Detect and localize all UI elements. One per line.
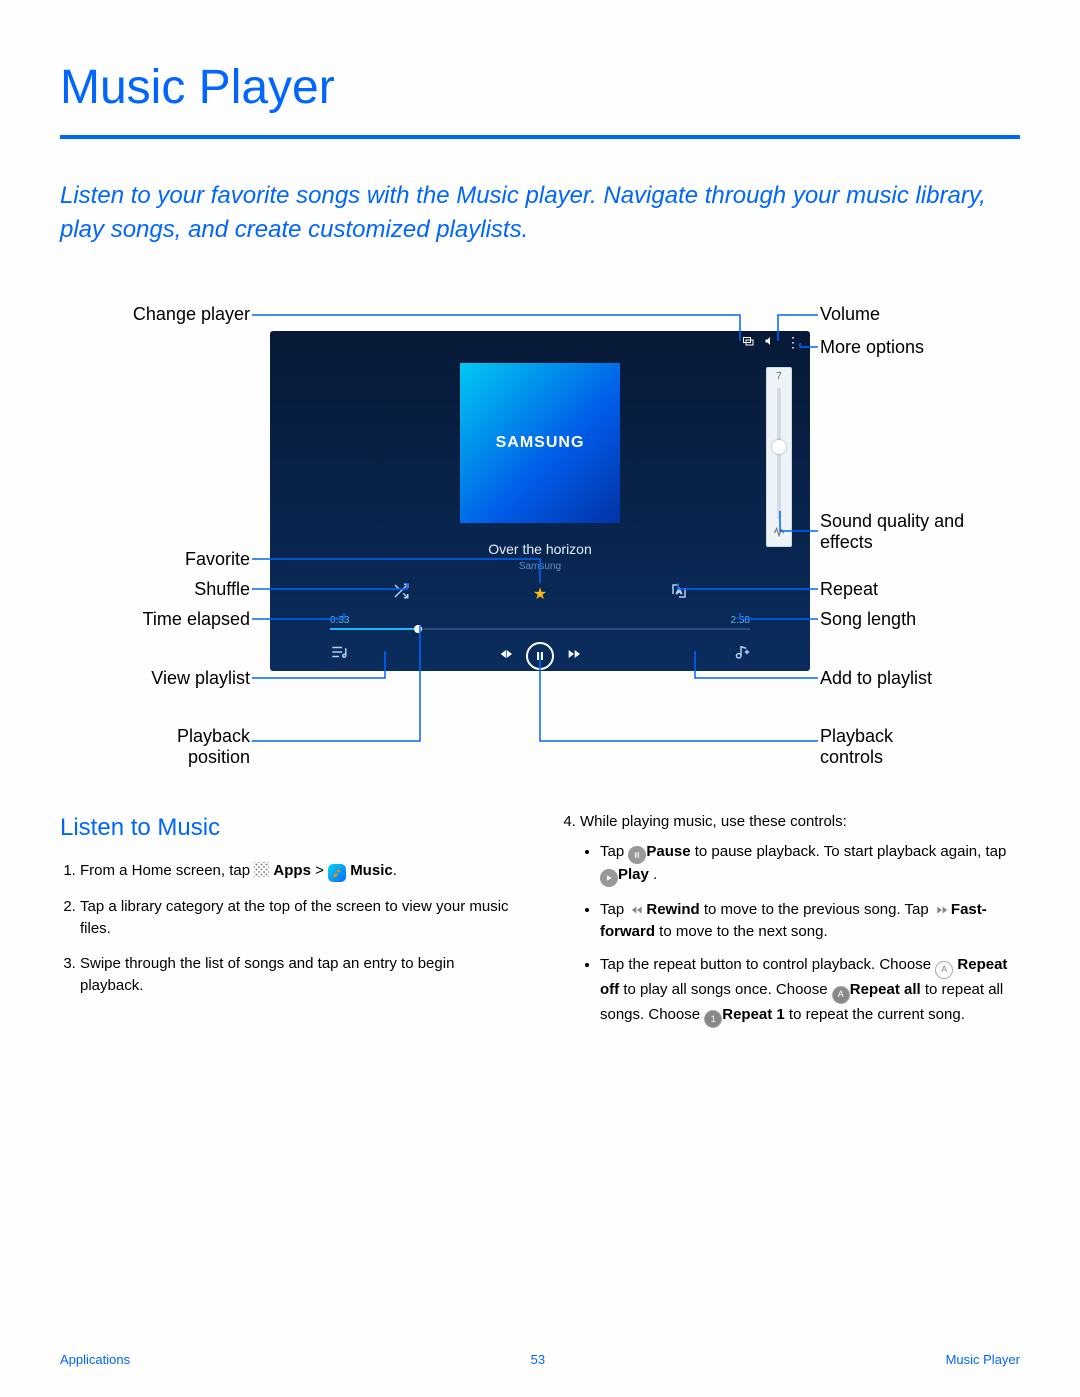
player-screenshot: ⋮ SAMSUNG 7 Over the horizon Samsung ★ A… xyxy=(270,331,810,671)
footer-page-number: 53 xyxy=(531,1352,545,1367)
time-elapsed-value: 0:33 xyxy=(330,615,349,626)
volume-level: 7 xyxy=(776,371,782,382)
bullet-pause: Tap Pause to pause playback. To start pl… xyxy=(600,841,1020,887)
right-column: While playing music, use these controls:… xyxy=(560,811,1020,1042)
song-artist: Samsung xyxy=(270,561,810,572)
more-options-icon[interactable]: ⋮ xyxy=(786,336,800,348)
callout-playback-position: Playbackposition xyxy=(60,726,250,768)
step-4: While playing music, use these controls:… xyxy=(580,811,1020,1028)
repeat-icon[interactable]: A xyxy=(670,582,688,605)
change-player-icon[interactable] xyxy=(742,335,754,350)
fast-forward-icon[interactable] xyxy=(566,646,582,667)
page-footer: Applications 53 Music Player xyxy=(60,1352,1020,1367)
album-brand: SAMSUNG xyxy=(496,434,585,452)
shuffle-icon[interactable] xyxy=(392,582,410,605)
footer-right: Music Player xyxy=(946,1352,1020,1367)
sound-quality-icon[interactable] xyxy=(772,525,786,542)
callout-more-options: More options xyxy=(820,337,924,358)
favorite-icon[interactable]: ★ xyxy=(533,584,547,604)
progress-bar[interactable] xyxy=(330,628,750,630)
apps-grid-icon xyxy=(254,862,269,877)
pause-button[interactable] xyxy=(526,642,554,670)
listen-heading: Listen to Music xyxy=(60,811,520,846)
repeat-all-inline-icon: A xyxy=(832,986,850,1004)
step-3: Swipe through the list of songs and tap … xyxy=(80,953,520,997)
rewind-inline-icon xyxy=(628,901,646,919)
time-total-value: 2:58 xyxy=(731,615,750,626)
rewind-icon[interactable] xyxy=(498,646,514,667)
play-inline-icon xyxy=(600,869,618,887)
callout-view-playlist: View playlist xyxy=(60,668,250,689)
page-title: Music Player xyxy=(60,60,1020,115)
step-2: Tap a library category at the top of the… xyxy=(80,896,520,940)
callout-shuffle: Shuffle xyxy=(60,579,250,600)
callout-add-playlist: Add to playlist xyxy=(820,668,932,689)
music-app-icon xyxy=(328,864,346,882)
song-title: Over the horizon xyxy=(270,541,810,557)
bullet-repeat: Tap the repeat button to control playbac… xyxy=(600,954,1020,1028)
callout-song-length: Song length xyxy=(820,609,916,630)
repeat-off-inline-icon: A xyxy=(935,961,953,979)
player-diagram: Change player Volume More options Sound … xyxy=(60,301,1020,781)
left-column: Listen to Music From a Home screen, tap … xyxy=(60,811,520,1042)
ff-inline-icon xyxy=(933,901,951,919)
add-to-playlist-icon[interactable] xyxy=(732,643,750,666)
volume-slider[interactable]: 7 xyxy=(766,367,792,547)
pause-inline-icon xyxy=(628,846,646,864)
callout-playback-controls: Playbackcontrols xyxy=(820,726,893,768)
callout-favorite: Favorite xyxy=(60,549,250,570)
callout-time-elapsed: Time elapsed xyxy=(60,609,250,630)
step-1: From a Home screen, tap Apps > Music. xyxy=(80,860,520,882)
title-underline xyxy=(60,135,1020,139)
callout-change-player: Change player xyxy=(60,304,250,325)
intro-paragraph: Listen to your favorite songs with the M… xyxy=(60,179,1020,246)
callout-volume: Volume xyxy=(820,304,880,325)
view-playlist-icon[interactable] xyxy=(330,643,348,666)
svg-text:A: A xyxy=(677,586,682,595)
volume-icon[interactable] xyxy=(764,335,776,350)
bullet-rewind: Tap Rewind to move to the previous song.… xyxy=(600,899,1020,943)
footer-left: Applications xyxy=(60,1352,130,1367)
repeat-1-inline-icon: 1 xyxy=(704,1010,722,1028)
callout-sound-quality: Sound quality and effects xyxy=(820,511,1000,553)
callout-repeat: Repeat xyxy=(820,579,878,600)
album-art: SAMSUNG xyxy=(460,363,620,523)
